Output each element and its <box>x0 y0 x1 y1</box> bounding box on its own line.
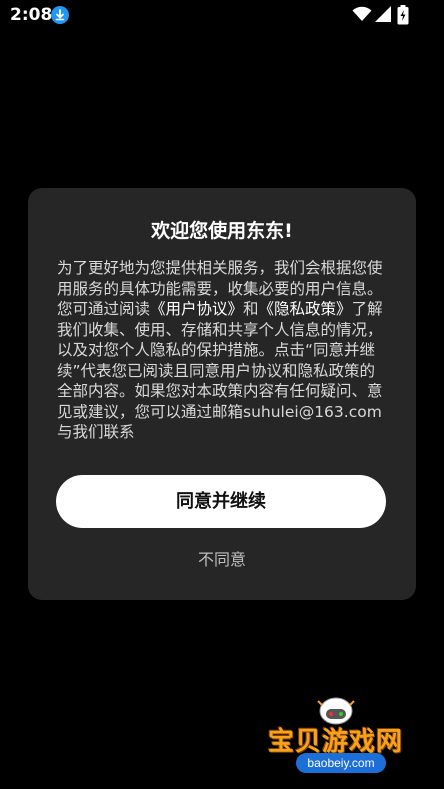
watermark-logo: 宝贝游戏网 baobeiy.com <box>266 693 416 783</box>
download-icon <box>51 6 69 24</box>
dialog-title: 欢迎您使用东东! <box>151 220 293 242</box>
body-text-2: 了解我们收集、使用、存储和共享个人信息的情况，以及对您个人隐私的保护措施。点击“… <box>57 300 383 441</box>
status-time: 2:08 <box>10 5 53 25</box>
body-text-and: 和 <box>243 300 259 318</box>
watermark-domain: baobeiy.com <box>296 753 386 773</box>
cell-signal-icon <box>374 5 392 27</box>
battery-charging-icon <box>397 5 409 29</box>
status-bar: 2:08 <box>0 0 444 30</box>
wifi-icon <box>352 6 372 26</box>
dialog-body: 为了更好地为您提供相关服务，我们会根据您使用服务的具体功能需要，收集必要的用户信… <box>57 258 387 443</box>
user-agreement-link[interactable]: 《用户协议》 <box>150 300 243 318</box>
agree-continue-button[interactable]: 同意并继续 <box>56 475 386 528</box>
disagree-button[interactable]: 不同意 <box>28 546 416 570</box>
privacy-policy-link[interactable]: 《隐私政策》 <box>259 300 352 318</box>
privacy-dialog: 欢迎您使用东东! 为了更好地为您提供相关服务，我们会根据您使用服务的具体功能需要… <box>28 188 416 600</box>
